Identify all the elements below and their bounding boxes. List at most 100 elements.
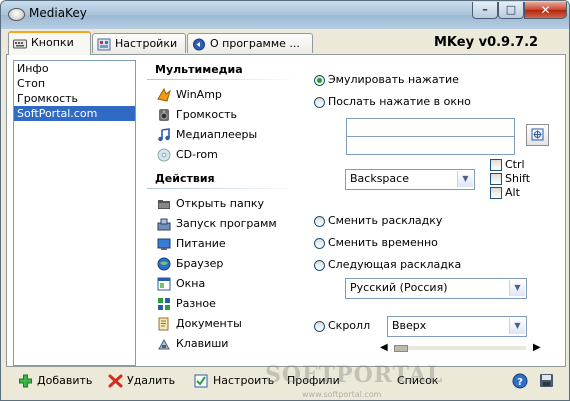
category-item-label: Открыть папку — [176, 197, 265, 210]
checkbox-box — [490, 187, 502, 199]
tab-settings[interactable]: Настройки — [92, 33, 186, 53]
music-note-icon — [157, 128, 171, 142]
folder-icon — [157, 197, 171, 211]
app-window: MediaKey – □ ✕ Кнопки Настройки О програ… — [0, 0, 570, 401]
tab-buttons[interactable]: Кнопки — [8, 31, 91, 55]
chevron-down-icon[interactable]: ▼ — [509, 318, 525, 334]
radio-label: Эмулировать нажатие — [328, 73, 459, 86]
browser-icon — [157, 257, 171, 271]
category-item-label: Разное — [176, 297, 216, 310]
tab-label: Кнопки — [31, 36, 74, 49]
button-label: Добавить — [37, 374, 93, 387]
minimize-button[interactable]: – — [472, 2, 498, 19]
checkbox-box — [490, 173, 502, 185]
category-item-open-folder[interactable]: Открыть папку — [147, 195, 297, 215]
maximize-button[interactable]: □ — [498, 2, 524, 19]
scroll-direction-select[interactable]: Вверх ▼ — [387, 316, 527, 337]
radio-label: Послать нажатие в окно — [328, 95, 471, 108]
radio-dot — [314, 321, 325, 332]
category-item-documents[interactable]: Документы — [147, 315, 297, 335]
help-icon: ? — [512, 373, 528, 389]
category-item-mediaplayers[interactable]: Медиаплееры — [147, 126, 297, 146]
radio-label: Скролл — [328, 319, 371, 332]
category-item-label: Громкость — [176, 108, 238, 121]
cd-icon — [157, 148, 171, 162]
radio-dot — [314, 75, 325, 86]
list-item-selected[interactable]: SoftPortal.com — [14, 106, 135, 121]
settings-icon — [97, 38, 111, 51]
checkbox-box — [490, 159, 502, 171]
category-item-label: Питание — [176, 237, 226, 250]
window-class-input[interactable] — [346, 118, 515, 137]
key-select[interactable]: Backspace ▼ — [345, 169, 475, 190]
checkbox-label: Ctrl — [505, 158, 525, 171]
slider-thumb[interactable] — [394, 345, 408, 352]
list-item[interactable]: Стоп — [14, 76, 135, 91]
category-item-run-programs[interactable]: Запуск программ — [147, 215, 297, 235]
arrow-left-icon[interactable]: ◀ — [380, 342, 388, 354]
category-item-windows[interactable]: Окна — [147, 275, 297, 295]
category-item-label: Документы — [176, 317, 242, 330]
chevron-down-icon[interactable]: ▼ — [509, 280, 525, 296]
chevron-down-icon[interactable]: ▼ — [457, 171, 473, 187]
tab-label: Настройки — [115, 37, 178, 50]
windows-icon — [157, 277, 171, 291]
keyboard-icon — [13, 37, 27, 50]
scroll-select-value: Вверх — [392, 319, 427, 332]
category-item-label: Медиаплееры — [176, 128, 258, 141]
speaker-icon — [157, 108, 171, 122]
close-button[interactable]: ✕ — [524, 2, 567, 19]
category-item-label: Запуск программ — [176, 217, 277, 230]
slider-track[interactable] — [394, 346, 526, 350]
power-icon — [157, 237, 171, 251]
radio-label: Сменить временно — [328, 236, 438, 249]
window-title-input[interactable] — [346, 136, 515, 155]
run-icon — [157, 217, 171, 231]
radio-dot — [314, 238, 325, 249]
misc-icon — [157, 297, 171, 311]
category-item-browser[interactable]: Браузер — [147, 255, 297, 275]
category-item-power[interactable]: Питание — [147, 235, 297, 255]
radio-dot — [314, 260, 325, 271]
save-icon — [539, 373, 554, 387]
category-item-label: Окна — [176, 277, 206, 290]
radio-dot — [314, 216, 325, 227]
category-panel: Мультимедиа WinAmp Громкость Медиаплееры… — [147, 63, 297, 355]
category-item-keys[interactable]: Клавиши — [147, 335, 297, 355]
list-item[interactable]: Инфо — [14, 61, 135, 76]
checkbox-label: Alt — [505, 186, 520, 199]
button-label: Удалить — [127, 374, 176, 387]
title-bar[interactable]: MediaKey – □ ✕ — [1, 1, 569, 29]
category-item-misc[interactable]: Разное — [147, 295, 297, 315]
options-panel: Эмулировать нажатие Послать нажатие в ок… — [307, 63, 557, 363]
radio-label: Сменить раскладку — [328, 214, 443, 227]
category-item-label: CD-rom — [176, 148, 218, 161]
svg-text:?: ? — [517, 377, 523, 388]
info-icon — [192, 38, 206, 51]
keys-icon — [157, 337, 171, 351]
scroll-amount-slider[interactable]: ◀ ▶ — [380, 342, 541, 354]
category-item-label: Браузер — [176, 257, 224, 270]
category-item-winamp[interactable]: WinAmp — [147, 86, 297, 106]
version-label: MKey v0.9.7.2 — [434, 35, 539, 50]
tab-about[interactable]: О программе ... — [187, 33, 313, 53]
category-item-volume[interactable]: Громкость — [147, 106, 297, 126]
tab-label: О программе ... — [210, 37, 300, 50]
checklist-icon — [194, 374, 209, 388]
window-picker-button[interactable] — [526, 124, 549, 146]
checkbox-label: Shift — [505, 172, 531, 185]
category-item-cdrom[interactable]: CD-rom — [147, 146, 297, 166]
multimedia-heading: Мультимедиа — [147, 63, 297, 80]
window-title: MediaKey — [29, 6, 87, 20]
crosshair-icon — [527, 128, 548, 148]
key-list[interactable]: Инфо Стоп Громкость SoftPortal.com — [13, 60, 136, 366]
layout-select[interactable]: Русский (Россия) ▼ — [345, 278, 527, 299]
winamp-icon — [157, 87, 171, 102]
actions-heading: Действия — [147, 172, 297, 189]
documents-icon — [157, 317, 171, 331]
plus-icon — [18, 374, 33, 388]
arrow-right-icon[interactable]: ▶ — [533, 342, 541, 354]
radio-label: Следующая раскладка — [328, 258, 462, 271]
list-item[interactable]: Громкость — [14, 91, 135, 106]
layout-select-value: Русский (Россия) — [350, 281, 448, 294]
